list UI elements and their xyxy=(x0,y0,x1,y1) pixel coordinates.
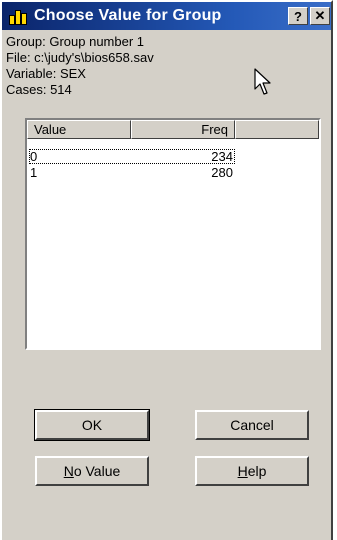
list-item-selected[interactable]: 0 234 xyxy=(29,149,235,164)
help-label: elp xyxy=(247,463,267,479)
bar-chart-icon xyxy=(8,7,28,25)
no-value-button[interactable]: No Value xyxy=(35,456,149,486)
no-value-label: o Value xyxy=(73,463,121,479)
close-button[interactable]: ✕ xyxy=(310,7,330,25)
column-header-blank[interactable] xyxy=(235,120,319,139)
group-info: Group: Group number 1 File: c:\judy's\bi… xyxy=(6,34,154,98)
cell-value: 0 xyxy=(30,149,38,164)
cell-freq: 234 xyxy=(211,149,233,164)
mouse-pointer-icon xyxy=(254,68,271,95)
variable-label: Variable: SEX xyxy=(6,66,86,81)
column-header-freq[interactable]: Freq xyxy=(131,120,235,139)
window-title: Choose Value for Group xyxy=(34,7,222,24)
file-label: File: c:\judy's\bios658.sav xyxy=(6,50,154,65)
cell-freq: 280 xyxy=(211,165,233,180)
help-mnemonic: H xyxy=(237,463,248,479)
choose-value-dialog: Choose Value for Group ? ✕ Group: Group … xyxy=(0,0,333,540)
column-header-value[interactable]: Value xyxy=(27,120,131,139)
ok-button[interactable]: OK xyxy=(34,409,150,441)
list-header: Value Freq xyxy=(27,120,319,139)
value-list[interactable]: Value Freq 0 234 1 280 xyxy=(25,118,321,350)
list-item[interactable]: 1 280 xyxy=(29,165,235,180)
no-value-mnemonic: N xyxy=(63,463,74,479)
cancel-button[interactable]: Cancel xyxy=(195,410,309,440)
help-button[interactable]: Help xyxy=(195,456,309,486)
help-title-button[interactable]: ? xyxy=(288,7,308,25)
cell-value: 1 xyxy=(30,165,38,180)
title-bar[interactable]: Choose Value for Group ? ✕ xyxy=(2,2,331,30)
cases-label: Cases: 514 xyxy=(6,82,72,97)
group-label: Group: Group number 1 xyxy=(6,34,145,49)
